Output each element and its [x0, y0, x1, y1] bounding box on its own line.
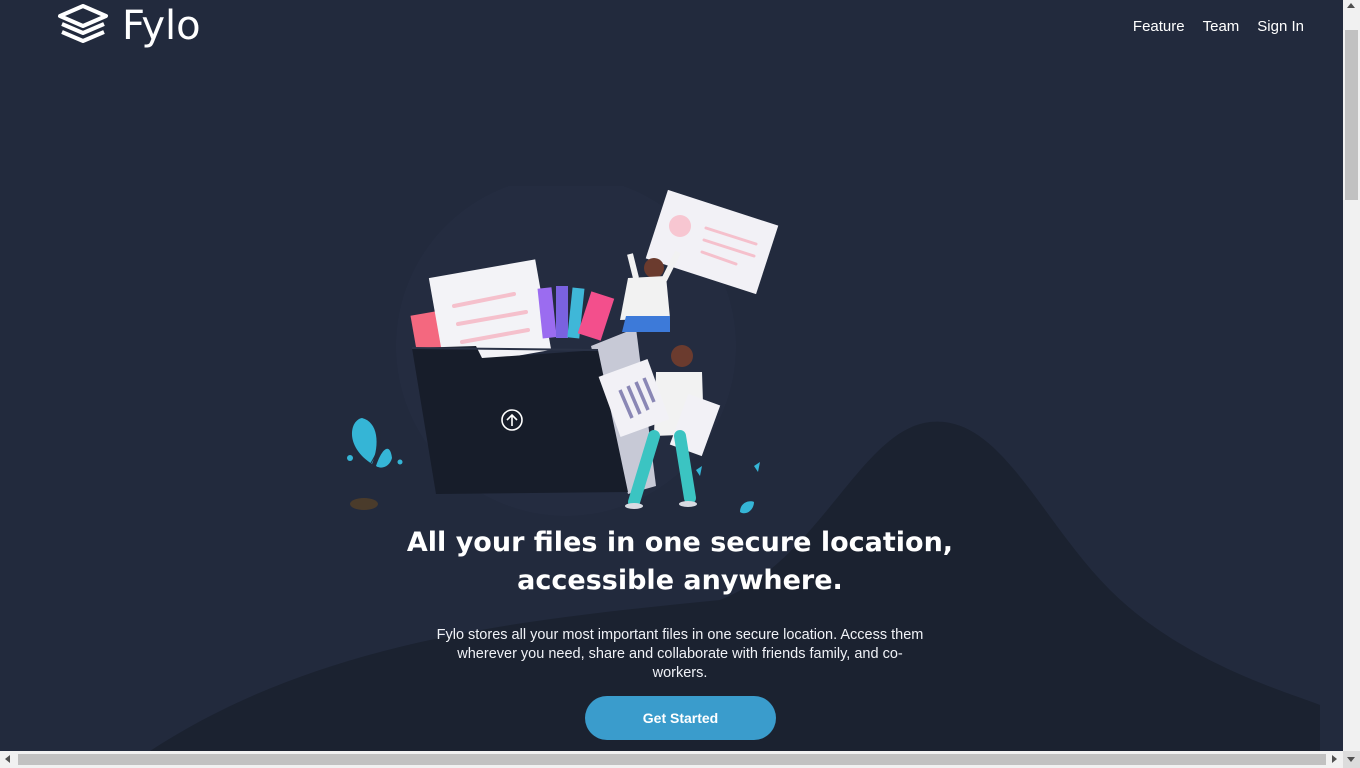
vertical-scrollbar[interactable] — [1343, 0, 1360, 751]
page-viewport: Fylo Feature Team Sign In All your files… — [0, 0, 1343, 751]
stacked-layers-icon — [56, 2, 110, 50]
main-nav: Feature Team Sign In — [1133, 18, 1304, 35]
scroll-up-icon[interactable] — [1347, 3, 1355, 8]
scroll-right-icon[interactable] — [1332, 755, 1337, 763]
vertical-scroll-thumb[interactable] — [1345, 30, 1358, 200]
scrollbar-corner — [1343, 751, 1360, 768]
logo[interactable]: Fylo — [56, 2, 201, 50]
get-started-button[interactable]: Get Started — [585, 696, 776, 740]
nav-link-sign-in[interactable]: Sign In — [1257, 18, 1304, 35]
nav-link-team[interactable]: Team — [1203, 18, 1240, 35]
hero-description: Fylo stores all your most important file… — [436, 627, 924, 681]
hero-illustration — [347, 186, 779, 516]
nav-link-feature[interactable]: Feature — [1133, 18, 1185, 35]
site-header: Fylo Feature Team Sign In — [0, 0, 1343, 56]
hero-title: All your files in one secure location, a… — [406, 527, 954, 596]
scroll-left-icon[interactable] — [5, 755, 10, 763]
scroll-down-icon[interactable] — [1347, 757, 1355, 762]
horizontal-scrollbar[interactable] — [0, 751, 1343, 768]
brand-name: Fylo — [122, 3, 201, 49]
horizontal-scroll-thumb[interactable] — [18, 754, 1326, 765]
